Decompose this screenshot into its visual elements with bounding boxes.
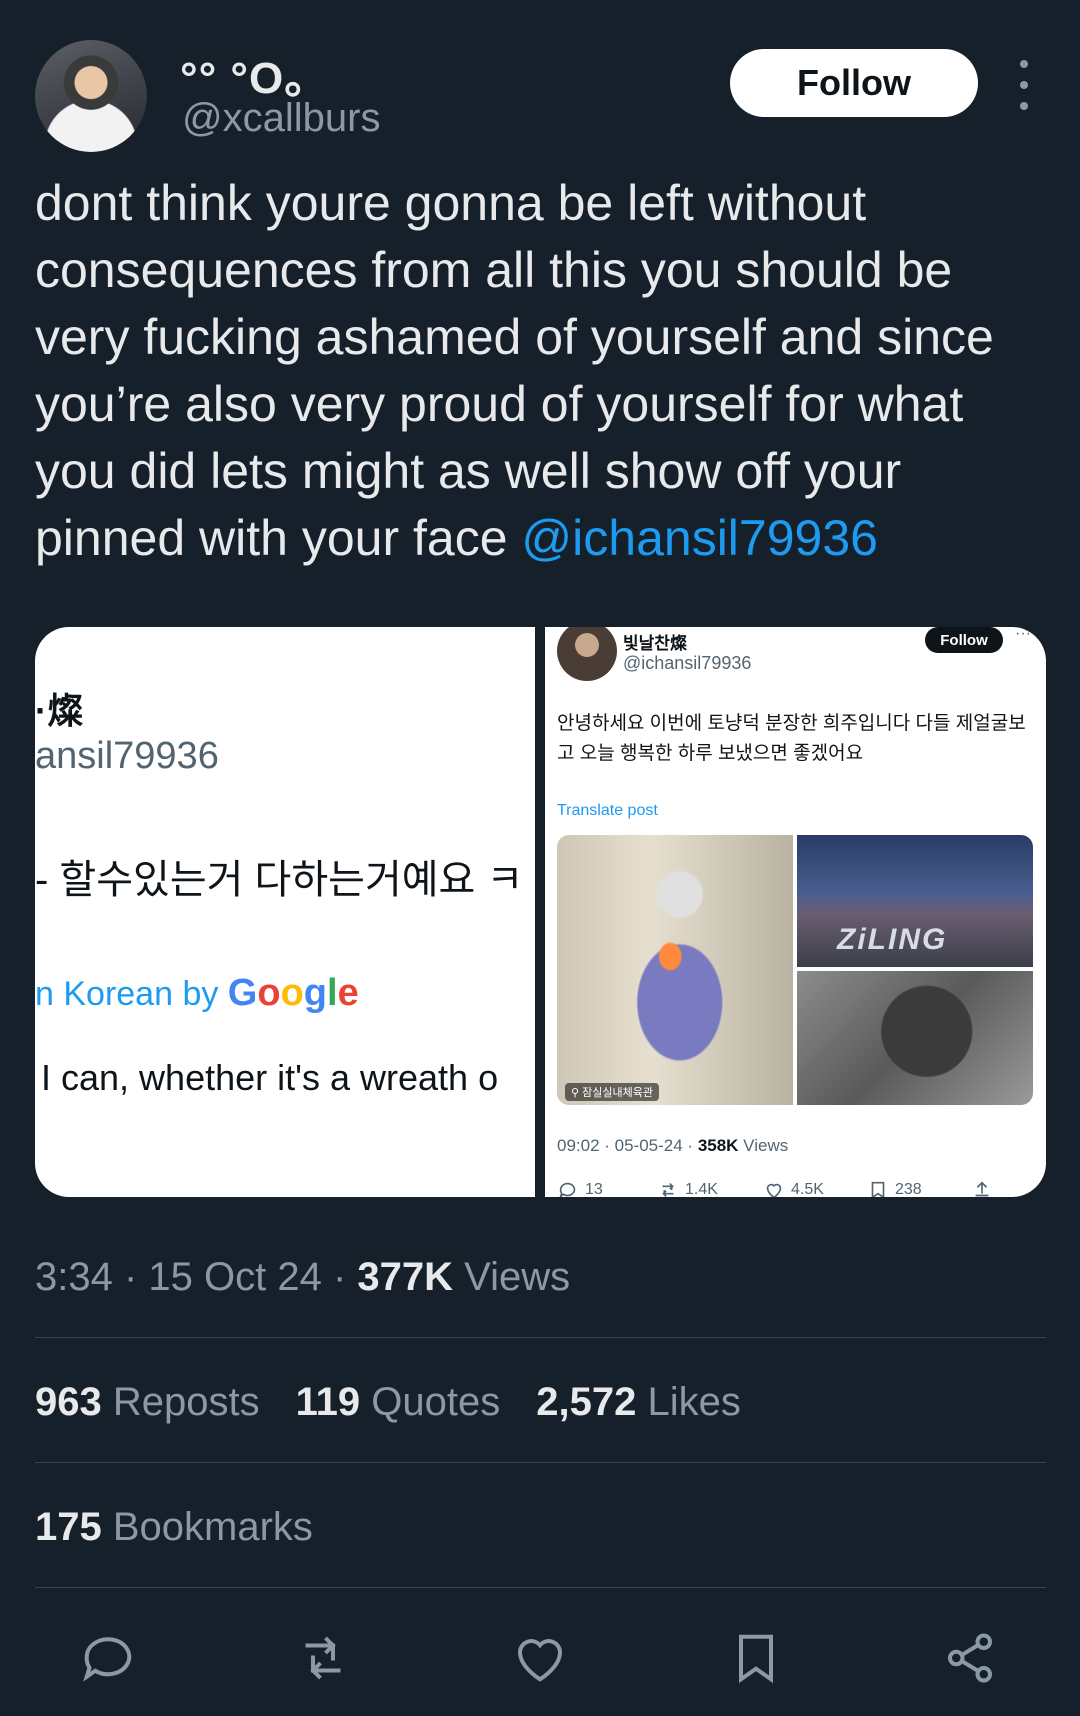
like-icon bbox=[517, 1639, 563, 1682]
embedded-timestamp: 09:02 · 05-05-24 · 358K Views bbox=[557, 1136, 788, 1156]
embedded-reply-count: 13 bbox=[585, 1181, 603, 1197]
divider bbox=[35, 1337, 1046, 1338]
screenshot-handle: ansil79936 bbox=[35, 735, 219, 777]
quotes-count: 119 bbox=[295, 1380, 361, 1424]
location-tag: ⚲ 잠실실내체육관 bbox=[565, 1083, 659, 1101]
reposts-stat[interactable]: 963 Reposts bbox=[35, 1380, 260, 1425]
divider bbox=[35, 1587, 1046, 1588]
quotes-stat[interactable]: 119 Quotes bbox=[296, 1380, 501, 1425]
bookmark-icon bbox=[871, 1181, 885, 1197]
share-icon bbox=[948, 1633, 992, 1683]
media-image-right[interactable]: 빛날찬燦 @ichansil79936 Follow ··· 안녕하세요 이번에… bbox=[545, 627, 1046, 1197]
mention-link[interactable]: @ichansil79936 bbox=[521, 510, 878, 566]
divider bbox=[35, 1462, 1046, 1463]
tweet-text: dont think youre gonna be left without c… bbox=[35, 170, 1055, 572]
embedded-translate-link: Translate post bbox=[557, 802, 658, 819]
screenshot-english-text: I can, whether it's a wreath o bbox=[41, 1057, 499, 1098]
embedded-like-count: 4.5K bbox=[791, 1181, 824, 1197]
embedded-bookmark-count: 238 bbox=[895, 1181, 922, 1197]
like-icon bbox=[766, 1183, 782, 1197]
timestamp-text[interactable]: 3:34 · 15 Oct 24 · bbox=[35, 1255, 357, 1299]
quotes-label: Quotes bbox=[360, 1380, 501, 1424]
bookmarks-count: 175 bbox=[35, 1505, 102, 1549]
reply-icon bbox=[559, 1182, 576, 1197]
follow-button[interactable]: Follow bbox=[730, 49, 978, 117]
translated-prefix: n Korean by bbox=[35, 975, 228, 1013]
media-image-left[interactable]: ·燦 ansil79936 - 할수있는거 다하는거예요 ㅋ n Korean … bbox=[35, 627, 535, 1197]
bookmark-button[interactable] bbox=[726, 1628, 786, 1688]
embedded-repost-count: 1.4K bbox=[685, 1181, 718, 1197]
likes-label: Likes bbox=[636, 1380, 741, 1424]
photo-overlay-text: ZiLING bbox=[837, 923, 948, 956]
bookmark-icon bbox=[739, 1634, 773, 1684]
repost-icon bbox=[305, 1636, 341, 1680]
embedded-avatar bbox=[557, 627, 617, 681]
embedded-photo-1: ⚲ 잠실실내체육관 bbox=[557, 835, 793, 1105]
embedded-photo-2: ZiLING bbox=[797, 835, 1033, 967]
embedded-reply-stat: 13 bbox=[557, 1179, 603, 1197]
repost-icon bbox=[662, 1182, 674, 1197]
screenshot-translated-by: n Korean by Google bbox=[35, 972, 359, 1015]
google-logo: Google bbox=[227, 972, 359, 1014]
bookmarks-label: Bookmarks bbox=[101, 1505, 313, 1549]
embedded-like-stat: 4.5K bbox=[763, 1179, 824, 1197]
like-button[interactable] bbox=[510, 1628, 570, 1688]
reposts-label: Reposts bbox=[101, 1380, 260, 1424]
reply-icon bbox=[83, 1637, 132, 1682]
avatar[interactable] bbox=[35, 40, 147, 152]
tweet-body: dont think youre gonna be left without c… bbox=[35, 175, 994, 566]
embedded-name: 빛날찬燦 bbox=[623, 634, 687, 653]
reply-button[interactable] bbox=[78, 1628, 138, 1688]
screenshot-name: ·燦 bbox=[35, 690, 83, 731]
reposts-count: 963 bbox=[35, 1380, 102, 1424]
embedded-follow-button: Follow bbox=[925, 627, 1003, 653]
likes-count: 2,572 bbox=[536, 1380, 637, 1424]
embedded-more-icon: ··· bbox=[1015, 627, 1031, 642]
embedded-time: 09:02 · 05-05-24 · bbox=[557, 1136, 698, 1155]
likes-stat[interactable]: 2,572 Likes bbox=[536, 1380, 741, 1425]
embedded-repost-stat: 1.4K bbox=[657, 1179, 718, 1197]
views-label: Views bbox=[453, 1255, 571, 1299]
embedded-share-stat bbox=[971, 1179, 993, 1197]
share-button[interactable] bbox=[940, 1628, 1000, 1688]
embedded-views-count: 358K bbox=[697, 1136, 739, 1155]
embedded-tweet-text: 안녕하세요 이번에 토냥덕 분장한 희주입니다 다들 제얼굴보고 오늘 행복한 … bbox=[557, 713, 1026, 764]
embedded-views-label: Views bbox=[738, 1136, 789, 1155]
screenshot-korean-text: - 할수있는거 다하는거예요 ㅋ bbox=[35, 858, 524, 902]
repost-button[interactable] bbox=[293, 1628, 353, 1688]
embedded-handle: @ichansil79936 bbox=[623, 653, 752, 673]
share-icon bbox=[975, 1181, 989, 1197]
more-options-icon[interactable] bbox=[1010, 60, 1038, 110]
tweet-timestamp: 3:34 · 15 Oct 24 · 377K Views bbox=[35, 1255, 570, 1300]
engagement-stats: 963 Reposts 119 Quotes 2,572 Likes bbox=[35, 1380, 741, 1425]
views-count: 377K bbox=[357, 1255, 454, 1299]
bookmarks-stat[interactable]: 175 Bookmarks bbox=[35, 1505, 313, 1550]
user-handle[interactable]: @xcallburs bbox=[182, 96, 380, 141]
embedded-photo-3 bbox=[797, 971, 1033, 1105]
embedded-bookmark-stat: 238 bbox=[867, 1179, 922, 1197]
